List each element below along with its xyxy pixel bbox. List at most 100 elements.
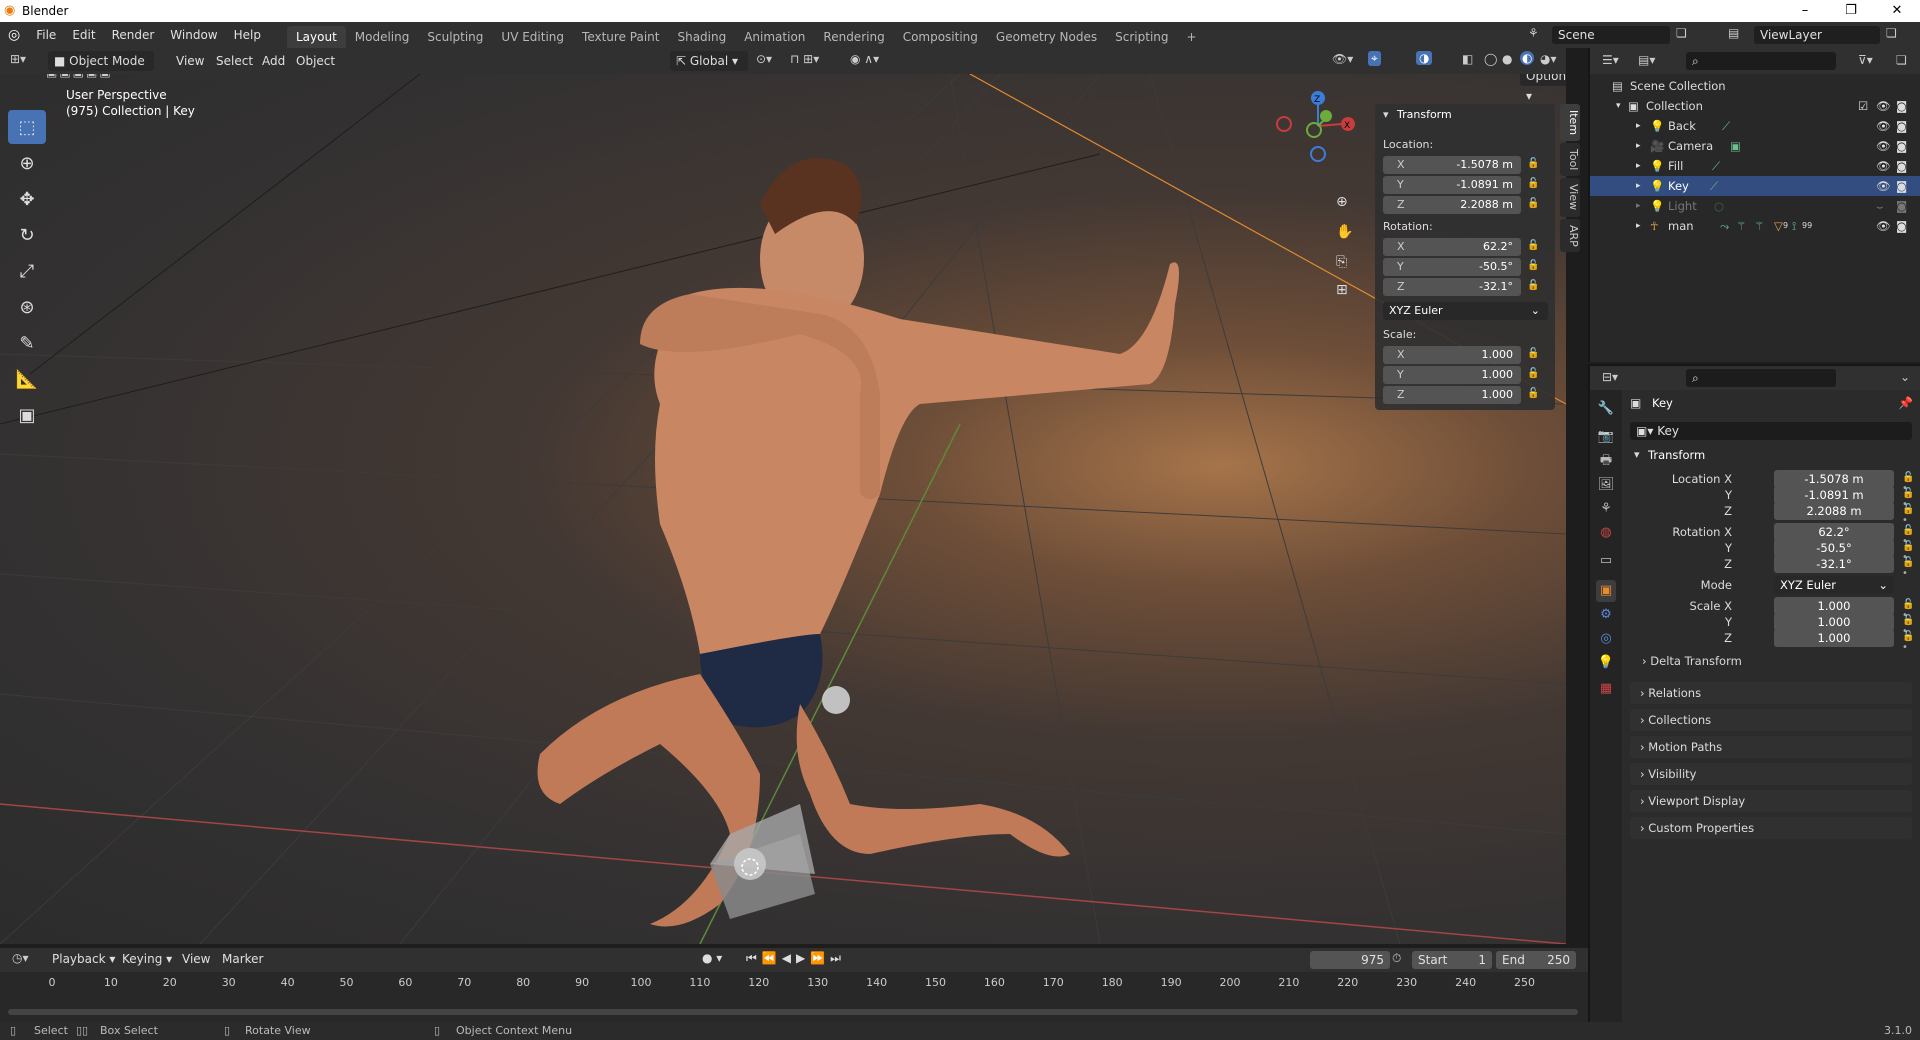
transform-tool-icon[interactable]: ⊛ (8, 290, 46, 324)
lock-icon[interactable]: 🔓 (1527, 158, 1539, 169)
tab-layout[interactable]: Layout (286, 26, 346, 48)
visibility-panel[interactable]: › Visibility (1630, 763, 1912, 785)
zoom-icon[interactable]: ⊕ (1336, 194, 1348, 210)
timeline-menu-keying[interactable]: Keying ▾ (114, 947, 180, 971)
outliner-row-fill[interactable]: ▸ 💡 Fill ⟋ 👁 ◙ (1590, 156, 1920, 176)
menu-render[interactable]: Render (104, 22, 163, 48)
location-z-field[interactable]: Z 2.2088 m (1383, 196, 1521, 214)
select-box-tool-icon[interactable]: ⬚ (8, 110, 46, 144)
rotation-mode-dropdown[interactable]: XYZ Euler ⌄ (1383, 302, 1548, 320)
location-x-field[interactable]: X -1.5078 m (1383, 156, 1521, 174)
editor-type-icon[interactable]: ⊞▾ (10, 52, 26, 66)
restore-button[interactable]: ❐ (1828, 0, 1874, 22)
expand-icon[interactable]: ▸ (1636, 216, 1641, 236)
expand-icon[interactable]: ▸ (1636, 176, 1641, 196)
navigation-gizmo[interactable]: Z X (1270, 86, 1370, 176)
expand-icon[interactable]: ▸ (1636, 136, 1641, 156)
camera-view-icon[interactable]: ⎘ (1336, 254, 1347, 270)
annotate-tool-icon[interactable]: ✎ (8, 326, 46, 360)
eye-icon[interactable]: 👁 (1876, 96, 1891, 116)
scale-z-field[interactable]: 1.000 (1774, 629, 1894, 647)
output-tab-icon[interactable]: 🖶 (1596, 450, 1616, 472)
lock-icon[interactable]: 🔓 (1527, 388, 1539, 399)
bone-icon[interactable]: ⚚ (1754, 216, 1764, 236)
tab-sculpting[interactable]: Sculpting (418, 26, 492, 48)
rotate-tool-icon[interactable]: ↻ (8, 218, 46, 252)
outliner-row-camera[interactable]: ▸ 🎥 Camera ▣ 👁 ◙ (1590, 136, 1920, 156)
eye-icon[interactable]: 👁 (1876, 116, 1891, 136)
transform-collapse-icon[interactable]: ▾ (1383, 108, 1389, 121)
lock-icon[interactable]: 🔓 (1527, 198, 1539, 209)
overlay-toggle-icon[interactable]: ◑ (1416, 51, 1433, 65)
material-shading-icon[interactable]: ◐ (1520, 51, 1535, 65)
measure-tool-icon[interactable]: 📐 (8, 362, 46, 396)
armature-data-icon[interactable]: ⚚ (1736, 216, 1746, 236)
object-tab-icon[interactable]: ▣ (1596, 580, 1616, 602)
playback-controls[interactable]: ⏮⏪◀▶⏩⏭ (746, 951, 846, 966)
rotation-y-field[interactable]: Y -50.5° (1383, 258, 1521, 276)
view-layer-tab-icon[interactable]: 🖼 (1596, 474, 1616, 496)
move-tool-icon[interactable]: ✥ (8, 182, 46, 216)
tab-modeling[interactable]: Modeling (346, 26, 419, 48)
snap-icon[interactable]: ⊓ ⊞▾ (790, 52, 819, 66)
camera-render-icon[interactable]: ◙ (1896, 156, 1907, 176)
timeline-menu-playback[interactable]: Playback ▾ (44, 947, 123, 971)
delta-transform-subpanel[interactable]: › Delta Transform (1642, 654, 1742, 668)
menu-edit[interactable]: Edit (64, 22, 103, 48)
outliner-row-key[interactable]: ▸ 💡 Key ⟋ 👁 ◙ (1590, 176, 1920, 196)
scene-tab-icon[interactable]: ⚘ (1596, 498, 1616, 520)
orientation-dropdown[interactable]: ⇱ Global ▾ (670, 51, 748, 71)
world-tab-icon[interactable]: ◍ (1596, 522, 1616, 544)
light-data-icon[interactable]: ⟋ (1722, 116, 1730, 136)
custom-properties-panel[interactable]: › Custom Properties (1630, 817, 1912, 839)
timeline-menu-marker[interactable]: Marker (214, 947, 271, 971)
object-name-field[interactable]: ▣▾ Key (1630, 422, 1912, 440)
texture-tab-icon[interactable]: ▦ (1596, 678, 1616, 700)
gizmo-toggle-icon[interactable]: ⌖ (1368, 51, 1381, 66)
pin-icon[interactable]: 📌 (1898, 396, 1913, 410)
lock-icon[interactable]: 🔓 (1527, 178, 1539, 189)
light-data-icon[interactable]: ⟋ (1710, 176, 1718, 196)
lock-icon[interactable]: 🔓 (1527, 240, 1539, 251)
mode-dropdown[interactable]: ■ Object Mode ▾ (48, 51, 154, 88)
rotation-mode-dropdown[interactable]: XYZ Euler ⌄ (1774, 576, 1894, 594)
rotation-z-field[interactable]: -32.1° (1774, 555, 1894, 573)
scale-x-field[interactable]: X 1.000 (1383, 346, 1521, 364)
new-collection-icon[interactable]: ❏ (1896, 53, 1907, 67)
visibility-icon[interactable]: 👁▾ (1332, 52, 1353, 66)
expand-icon[interactable]: ▸ (1636, 116, 1641, 136)
tab-scripting[interactable]: Scripting (1106, 26, 1177, 48)
menu-window[interactable]: Window (162, 22, 225, 48)
options-dropdown[interactable]: Options ▾ (1520, 74, 1566, 103)
tab-shading[interactable]: Shading (668, 26, 735, 48)
lock-icon[interactable]: 🔓 • (1902, 504, 1920, 526)
record-icon[interactable]: ● ▾ (702, 951, 722, 965)
modifier-tab-icon[interactable]: ⚙ (1596, 604, 1616, 626)
filter-icon[interactable]: ⊽▾ (1858, 53, 1873, 67)
physics-tab-icon[interactable]: ◎ (1596, 628, 1616, 650)
timeline-editor-icon[interactable]: ◷▾ (12, 951, 29, 965)
outliner-row-man[interactable]: ▸ ☥ man ⤳ ⚚ ⚚ ▽ 9 ⟟ 99 👁 ◙ (1590, 216, 1920, 236)
outliner-search-input[interactable]: ⌕ (1686, 52, 1836, 70)
tab-tool[interactable]: Tool (1560, 143, 1580, 177)
eye-icon[interactable]: 👁 (1876, 216, 1891, 236)
close-button[interactable]: ✕ (1874, 0, 1920, 22)
camera-render-icon[interactable]: ◙ (1896, 136, 1907, 156)
tab-arp[interactable]: ARP (1560, 218, 1580, 253)
rotation-z-field[interactable]: Z -32.1° (1383, 278, 1521, 296)
menu-help[interactable]: Help (226, 22, 269, 48)
new-scene-icon[interactable]: ❏ (1676, 26, 1687, 40)
end-frame-field[interactable]: End 250 (1496, 951, 1576, 969)
collection-tab-icon[interactable]: ▭ (1596, 550, 1616, 572)
camera-render-icon[interactable]: ◙ (1896, 216, 1907, 236)
viewport-menu-object[interactable]: Object (288, 48, 343, 74)
light-data-icon[interactable]: ○ (1714, 196, 1724, 216)
view-layer-field[interactable]: ViewLayer (1754, 26, 1880, 44)
scale-y-field[interactable]: Y 1.000 (1383, 366, 1521, 384)
outliner-row-back[interactable]: ▸ 💡 Back ⟋ 👁 ◙ (1590, 116, 1920, 136)
lock-icon[interactable]: 🔓 (1527, 348, 1539, 359)
eye-icon[interactable]: 👁 (1876, 136, 1891, 156)
properties-search-input[interactable]: ⌕ (1686, 369, 1836, 387)
collections-panel[interactable]: › Collections (1630, 709, 1912, 731)
camera-render-icon[interactable]: ◙ (1896, 96, 1907, 116)
